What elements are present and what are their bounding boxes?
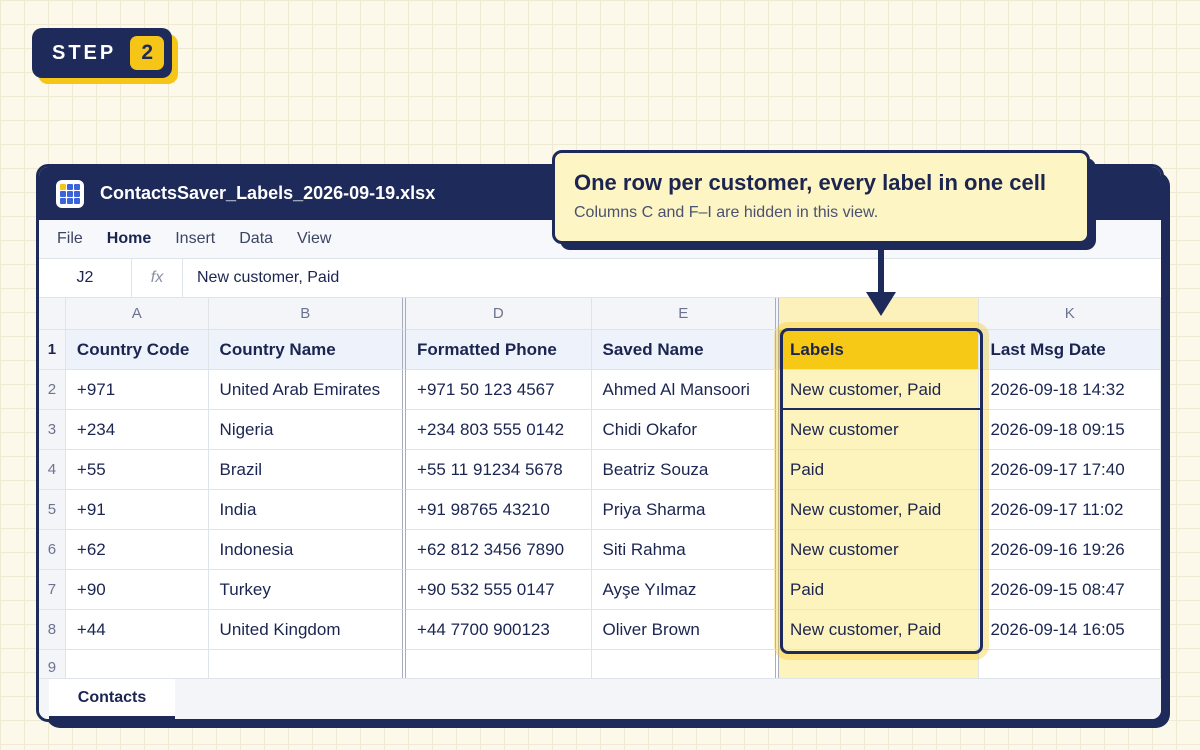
table-row: 4 +55 Brazil +55 11 91234 5678 Beatriz S… [39,450,1161,490]
table-cell[interactable]: +55 11 91234 5678 [406,450,592,490]
labels-cell[interactable]: New customer, Paid [779,490,980,530]
step-label: STEP [52,41,117,64]
table-cell[interactable]: +91 [65,490,209,530]
name-box[interactable]: J2 [39,259,132,297]
menu-file[interactable]: File [57,230,83,248]
table-cell[interactable]: +55 [65,450,209,490]
row-number[interactable]: 3 [39,410,66,450]
table-cell[interactable]: 2026-09-18 14:32 [979,370,1161,410]
table-cell[interactable]: Ahmed Al Mansoori [591,370,780,410]
column-header-a[interactable]: A [65,298,209,330]
table-cell[interactable]: 2026-09-15 08:47 [979,570,1161,610]
arrow-down-icon [878,244,884,294]
table-cell[interactable]: +44 7700 900123 [406,610,592,650]
table-cell[interactable]: 2026-09-18 09:15 [979,410,1161,450]
table-row: 3 +234 Nigeria +234 803 555 0142 Chidi O… [39,410,1161,450]
callout-title: One row per customer, every label in one… [574,170,1046,195]
table-cell[interactable]: +91 98765 43210 [406,490,592,530]
table-cell[interactable]: Oliver Brown [591,610,780,650]
table-cell[interactable]: United Kingdom [208,610,407,650]
header-cell[interactable]: Last Msg Date [979,330,1161,370]
step-badge: STEP 2 [32,28,172,78]
table-cell[interactable]: +90 532 555 0147 [406,570,592,610]
table-cell[interactable]: +971 50 123 4567 [406,370,592,410]
table-row: 8 +44 United Kingdom +44 7700 900123 Oli… [39,610,1161,650]
formula-bar: J2 fx New customer, Paid [39,259,1161,298]
table-row: 1 Country Code Country Name Formatted Ph… [39,330,1161,370]
sheet-tab-contacts[interactable]: Contacts [49,679,175,719]
column-header-k[interactable]: K [979,298,1161,330]
row-number[interactable]: 6 [39,530,66,570]
table-cell[interactable]: Turkey [208,570,407,610]
table-cell[interactable]: +62 [65,530,209,570]
table-cell[interactable]: 2026-09-14 16:05 [979,610,1161,650]
formula-input[interactable]: New customer, Paid [183,259,339,297]
table-cell[interactable]: Nigeria [208,410,407,450]
table-row: 7 +90 Turkey +90 532 555 0147 Ayşe Yılma… [39,570,1161,610]
labels-cell[interactable]: Paid [779,450,980,490]
labels-cell[interactable]: New customer [779,530,980,570]
column-header-b[interactable]: B [208,298,407,330]
table-cell[interactable]: +234 [65,410,209,450]
header-cell[interactable]: Country Name [208,330,407,370]
row-number[interactable]: 4 [39,450,66,490]
row-number[interactable]: 7 [39,570,66,610]
table-row: 2 +971 United Arab Emirates +971 50 123 … [39,370,1161,410]
menu-view[interactable]: View [297,230,331,248]
table-cell[interactable]: +62 812 3456 7890 [406,530,592,570]
select-all-corner[interactable] [39,298,66,330]
row-number[interactable]: 1 [39,330,66,370]
file-title: ContactsSaver_Labels_2026-09-19.xlsx [100,183,436,203]
table-row: 5 +91 India +91 98765 43210 Priya Sharma… [39,490,1161,530]
table-cell[interactable]: +90 [65,570,209,610]
menu-insert[interactable]: Insert [175,230,215,248]
table-cell[interactable]: 2026-09-17 17:40 [979,450,1161,490]
column-header-d[interactable]: D [406,298,592,330]
column-header-row: A B D E K [39,298,1161,330]
sheet-tab-bar: Contacts [39,678,1161,719]
table-cell[interactable]: Chidi Okafor [591,410,780,450]
spreadsheet-icon [56,179,84,208]
table-cell[interactable]: Beatriz Souza [591,450,780,490]
header-cell[interactable]: Saved Name [591,330,780,370]
menu-data[interactable]: Data [239,230,273,248]
table-cell[interactable]: 2026-09-17 11:02 [979,490,1161,530]
table-cell[interactable]: Priya Sharma [591,490,780,530]
labels-cell[interactable]: New customer, Paid [779,370,980,410]
arrow-head-icon [866,292,896,316]
table-cell[interactable]: Ayşe Yılmaz [591,570,780,610]
table-cell[interactable]: Siti Rahma [591,530,780,570]
labels-cell[interactable]: New customer, Paid [779,610,980,650]
row-number[interactable]: 5 [39,490,66,530]
step-number: 2 [130,36,165,70]
menu-home[interactable]: Home [107,230,151,248]
labels-cell[interactable]: New customer [779,410,980,450]
table-cell[interactable]: Indonesia [208,530,407,570]
callout-box: One row per customer, every label in one… [552,150,1090,244]
table-cell[interactable]: +44 [65,610,209,650]
column-header-e[interactable]: E [591,298,780,330]
fx-icon: fx [132,259,183,297]
header-cell-labels[interactable]: Labels [779,330,980,370]
header-cell[interactable]: Formatted Phone [406,330,592,370]
table-cell[interactable]: 2026-09-16 19:26 [979,530,1161,570]
row-number[interactable]: 8 [39,610,66,650]
labels-cell[interactable]: Paid [779,570,980,610]
sheet-grid: A B D E K 1 Country Code Country Name Fo… [39,298,1161,684]
table-cell[interactable]: Brazil [208,450,407,490]
table-cell[interactable]: +234 803 555 0142 [406,410,592,450]
table-cell[interactable]: India [208,490,407,530]
header-cell[interactable]: Country Code [65,330,209,370]
table-cell[interactable]: +971 [65,370,209,410]
callout-subtitle: Columns C and F–I are hidden in this vie… [574,204,879,221]
table-row: 6 +62 Indonesia +62 812 3456 7890 Siti R… [39,530,1161,570]
table-cell[interactable]: United Arab Emirates [208,370,407,410]
row-number[interactable]: 2 [39,370,66,410]
